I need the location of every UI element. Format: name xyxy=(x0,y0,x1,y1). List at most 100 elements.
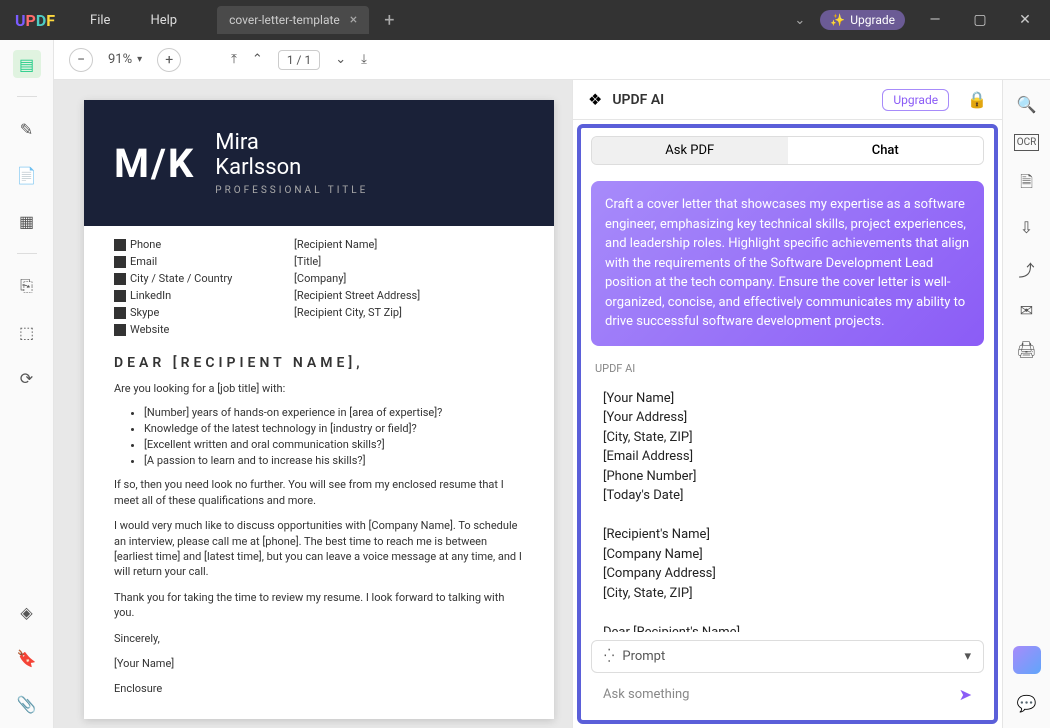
response-line: [Your Address] xyxy=(603,408,972,428)
tab-chat[interactable]: Chat xyxy=(788,137,984,164)
response-line: [Company Name] xyxy=(603,545,972,565)
email-icon xyxy=(114,256,126,268)
response-line: [Email Address] xyxy=(603,447,972,467)
ai-title: UPDF AI xyxy=(612,92,664,108)
prev-page-button[interactable]: ⌃ xyxy=(252,52,263,67)
body-p3: Thank you for taking the time to review … xyxy=(114,590,524,621)
toolbar: − 91% ▾ + ⤒ ⌃ 1 / 1 ⌄ ⤓ xyxy=(54,40,1050,80)
menu-help[interactable]: Help xyxy=(130,13,197,28)
response-line: [Your Name] xyxy=(603,389,972,409)
document-page: M/K Mira Karlsson PROFESSIONAL TITLE Pho… xyxy=(84,100,554,719)
zoom-in-button[interactable]: + xyxy=(157,48,181,72)
titlebar: UPDF File Help cover-letter-template × +… xyxy=(0,0,1050,40)
chevron-down-icon: ▾ xyxy=(964,649,971,664)
location-icon xyxy=(114,273,126,285)
close-icon[interactable]: × xyxy=(350,12,357,28)
last-page-button[interactable]: ⤓ xyxy=(361,52,367,67)
ai-response-label: UPDF AI xyxy=(595,362,980,375)
tab-ask-pdf[interactable]: Ask PDF xyxy=(592,137,788,164)
chevron-down-icon[interactable]: ⌄ xyxy=(794,13,805,28)
tab-title: cover-letter-template xyxy=(229,13,340,27)
maximize-button[interactable]: ▢ xyxy=(965,12,995,28)
professional-title: PROFESSIONAL TITLE xyxy=(215,185,368,196)
document-viewport[interactable]: M/K Mira Karlsson PROFESSIONAL TITLE Pho… xyxy=(54,80,572,728)
layers-icon[interactable]: ◈ xyxy=(13,598,41,626)
response-line: [City, State, ZIP] xyxy=(603,428,972,448)
search-icon[interactable]: 🔍 xyxy=(1017,95,1037,114)
skype-icon xyxy=(114,307,126,319)
contact-left: Phone Email City / State / Country Linke… xyxy=(114,238,264,340)
organize-icon[interactable]: ▦ xyxy=(13,207,41,235)
app-logo: UPDF xyxy=(0,11,70,30)
prompt-icon: ⁛ xyxy=(604,649,614,664)
print-icon[interactable]: 🖨 xyxy=(1016,340,1036,359)
menu-file[interactable]: File xyxy=(70,13,130,28)
edit-icon[interactable]: 📄 xyxy=(13,161,41,189)
next-page-button[interactable]: ⌄ xyxy=(335,52,346,67)
tool-icon-1[interactable]: ⎘ xyxy=(13,272,41,300)
attachment-icon[interactable]: 📎 xyxy=(13,690,41,718)
chevron-down-icon: ▾ xyxy=(137,54,142,65)
list-item: [A passion to learn and to increase his … xyxy=(144,454,524,467)
salutation: DEAR [RECIPIENT NAME], xyxy=(114,355,524,371)
add-tab-button[interactable]: + xyxy=(384,10,394,31)
ask-input[interactable]: Ask something ➤ xyxy=(591,677,984,712)
close-button[interactable]: ✕ xyxy=(1010,12,1040,28)
ai-panel: ❖ UPDF AI Upgrade 🔒 Ask PDF Chat Craft a… xyxy=(572,80,1002,728)
ai-fab-button[interactable] xyxy=(1013,646,1041,674)
zoom-out-button[interactable]: − xyxy=(69,48,93,72)
list-item: Knowledge of the latest technology in [i… xyxy=(144,422,524,435)
sparkle-icon: ✨ xyxy=(830,13,845,27)
phone-icon xyxy=(114,239,126,251)
list-item: [Excellent written and oral communicatio… xyxy=(144,438,524,451)
bookmark-icon[interactable]: 🔖 xyxy=(13,644,41,672)
response-line: [Company Address] xyxy=(603,564,972,584)
response-line: Dear [Recipient's Name], xyxy=(603,623,972,633)
website-icon xyxy=(114,324,126,336)
response-line: [Today's Date] xyxy=(603,486,972,506)
lock-icon: 🔒 xyxy=(967,90,987,109)
export-icon[interactable]: ⇩ xyxy=(1020,218,1033,237)
list-item: [Number] years of hands-on experience in… xyxy=(144,406,524,419)
right-sidebar: 🔍 OCR 🗎 ⇩ ⤴ ✉ 🖨 💬 xyxy=(1002,80,1050,728)
response-line: [Phone Number] xyxy=(603,467,972,487)
intro-text: Are you looking for a [job title] with: xyxy=(114,381,524,396)
ai-tabs: Ask PDF Chat xyxy=(591,136,984,165)
chat-icon[interactable]: 💬 xyxy=(1017,694,1037,713)
send-button[interactable]: ➤ xyxy=(959,685,972,704)
document-tab[interactable]: cover-letter-template × xyxy=(217,6,369,34)
share-icon[interactable]: ⤴ xyxy=(1018,257,1034,281)
ai-response[interactable]: [Your Name][Your Address][City, State, Z… xyxy=(591,379,984,633)
reader-icon[interactable]: ▤ xyxy=(13,50,41,78)
recipient-block: [Recipient Name] [Title] [Company] [Reci… xyxy=(294,238,420,340)
left-sidebar: ▤ ✎ 📄 ▦ ⎘ ⬚ ⟳ ◈ 🔖 📎 xyxy=(0,40,54,728)
response-line: [City, State, ZIP] xyxy=(603,584,972,604)
crop-icon[interactable]: ⬚ xyxy=(13,318,41,346)
ai-logo-icon: ❖ xyxy=(588,90,602,109)
signature-1: Sincerely, xyxy=(114,631,524,646)
user-message: Craft a cover letter that showcases my e… xyxy=(591,181,984,346)
ai-upgrade-button[interactable]: Upgrade xyxy=(882,89,949,111)
bullet-list: [Number] years of hands-on experience in… xyxy=(144,406,524,467)
convert-icon[interactable]: 🗎 xyxy=(1020,171,1033,198)
body-p2: I would very much like to discuss opport… xyxy=(114,518,524,580)
name-last: Karlsson xyxy=(215,155,368,180)
initials: M/K xyxy=(114,140,195,187)
linkedin-icon xyxy=(114,290,126,302)
response-line xyxy=(603,603,972,623)
prompt-selector[interactable]: ⁛ Prompt ▾ xyxy=(591,640,984,673)
upgrade-badge[interactable]: ✨ Upgrade xyxy=(820,10,905,30)
signature-3: Enclosure xyxy=(114,681,524,696)
page-indicator[interactable]: 1 / 1 xyxy=(278,50,320,70)
zoom-level[interactable]: 91% ▾ xyxy=(108,52,142,67)
signature-2: [Your Name] xyxy=(114,656,524,671)
body-p1: If so, then you need look no further. Yo… xyxy=(114,477,524,508)
first-page-button[interactable]: ⤒ xyxy=(231,52,237,67)
tool-icon-2[interactable]: ⟳ xyxy=(13,364,41,392)
response-line: [Recipient's Name] xyxy=(603,525,972,545)
ocr-icon[interactable]: OCR xyxy=(1014,134,1040,151)
minimize-button[interactable]: ― xyxy=(920,12,950,28)
highlight-icon[interactable]: ✎ xyxy=(13,115,41,143)
mail-icon[interactable]: ✉ xyxy=(1020,301,1033,320)
response-line xyxy=(603,506,972,526)
